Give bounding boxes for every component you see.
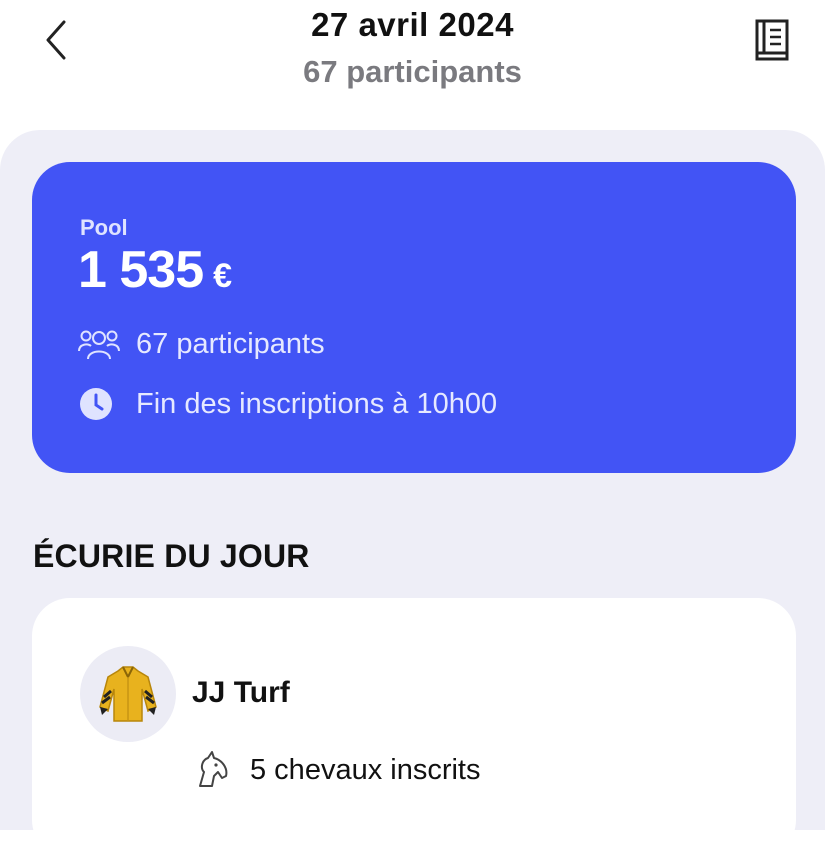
horse-head-icon bbox=[192, 750, 232, 790]
page-subtitle: 67 participants bbox=[303, 54, 522, 89]
book-icon bbox=[755, 19, 789, 61]
jockey-jacket-icon bbox=[99, 666, 157, 722]
pool-card[interactable]: Pool 1 535 € 67 participants Fin des ins… bbox=[32, 162, 796, 473]
rules-book-button[interactable] bbox=[748, 16, 796, 64]
deadline-row: Fin des inscriptions à 10h00 bbox=[78, 386, 497, 422]
pool-amount: 1 535 € bbox=[78, 240, 232, 300]
participants-text: 67 participants bbox=[136, 327, 325, 360]
top-header: 27 avril 2024 67 participants bbox=[0, 0, 825, 120]
stable-name: JJ Turf bbox=[192, 676, 290, 709]
pool-label: Pool bbox=[80, 215, 128, 240]
participants-row: 67 participants bbox=[78, 326, 325, 362]
deadline-text: Fin des inscriptions à 10h00 bbox=[136, 387, 498, 420]
section-title-stable: ÉCURIE DU JOUR bbox=[33, 538, 310, 574]
horses-row: 5 chevaux inscrits bbox=[192, 750, 481, 790]
stable-card[interactable]: JJ Turf 5 chevaux inscrits bbox=[32, 598, 796, 858]
clock-icon bbox=[78, 386, 122, 422]
stable-avatar bbox=[80, 646, 176, 742]
users-icon bbox=[78, 326, 122, 362]
pool-amount-value: 1 535 bbox=[78, 241, 204, 299]
page-title: 27 avril 2024 bbox=[311, 6, 514, 43]
horses-count-text: 5 chevaux inscrits bbox=[250, 753, 481, 786]
pool-currency: € bbox=[213, 257, 232, 295]
